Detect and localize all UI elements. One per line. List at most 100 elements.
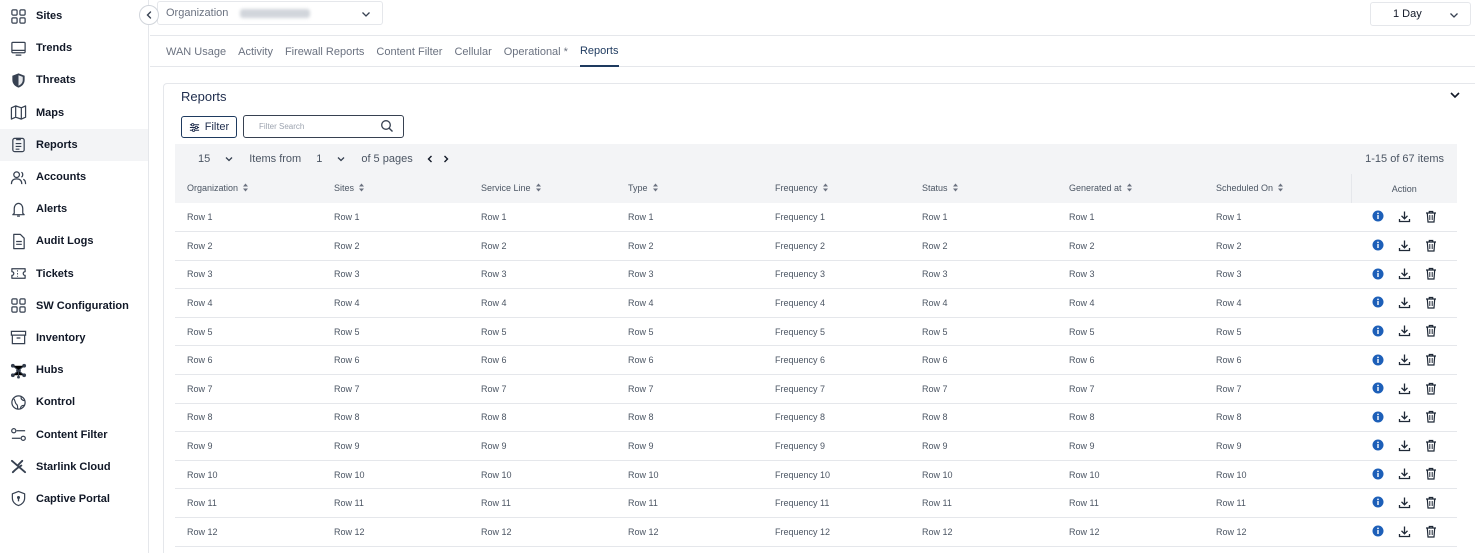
trash-icon[interactable]	[1425, 353, 1437, 366]
table-row[interactable]: Row 7 Row 7 Row 7 Row 7 Frequency 7 Row 7 Row …	[175, 374, 1457, 404]
info-icon[interactable]	[1372, 210, 1384, 222]
sidebar-item-accounts[interactable]: Accounts	[0, 161, 148, 193]
trash-icon[interactable]	[1425, 267, 1437, 280]
sidebar-item-starlink-cloud[interactable]: Starlink Cloud	[0, 451, 148, 483]
sort-icon[interactable]	[822, 183, 829, 192]
sidebar-item-inventory[interactable]: Inventory	[0, 322, 148, 354]
tab-content-filter[interactable]: Content Filter	[376, 36, 442, 67]
trash-icon[interactable]	[1425, 210, 1437, 223]
sidebar-item-kontrol[interactable]: Kontrol	[0, 386, 148, 418]
info-icon[interactable]	[1372, 525, 1384, 537]
table-row[interactable]: Row 10 Row 10 Row 10 Row 10 Frequency 10 Row …	[175, 460, 1457, 490]
sort-icon[interactable]	[242, 183, 249, 192]
table-row[interactable]: Row 1 Row 1 Row 1 Row 1 Frequency 1 Row 1 Row …	[175, 203, 1457, 233]
info-icon[interactable]	[1372, 296, 1384, 308]
download-icon[interactable]	[1398, 267, 1411, 280]
column-header-status[interactable]: Status	[910, 174, 1057, 203]
sidebar-item-captive-portal[interactable]: Captive Portal	[0, 483, 148, 515]
column-header-generated-at[interactable]: Generated at	[1057, 174, 1204, 203]
chevron-down-icon[interactable]	[336, 154, 346, 164]
download-icon[interactable]	[1398, 525, 1411, 538]
trash-icon[interactable]	[1425, 410, 1437, 423]
info-icon[interactable]	[1372, 468, 1384, 480]
trash-icon[interactable]	[1425, 296, 1437, 309]
sort-icon[interactable]	[1277, 183, 1284, 192]
info-icon[interactable]	[1372, 239, 1384, 251]
table-row[interactable]: Row 8 Row 8 Row 8 Row 8 Frequency 8 Row 8 Row …	[175, 403, 1457, 433]
tab-wan-usage[interactable]: WAN Usage	[166, 36, 226, 67]
sort-icon[interactable]	[535, 183, 542, 192]
filter-button[interactable]: Filter	[181, 116, 237, 138]
download-icon[interactable]	[1398, 467, 1411, 480]
info-icon[interactable]	[1372, 354, 1384, 366]
download-icon[interactable]	[1398, 353, 1411, 366]
column-header-service-line[interactable]: Service Line	[469, 174, 616, 203]
table-row[interactable]: Row 4 Row 4 Row 4 Row 4 Frequency 4 Row 4 Row …	[175, 288, 1457, 318]
download-icon[interactable]	[1398, 410, 1411, 423]
sidebar-item-trends[interactable]: Trends	[0, 32, 148, 64]
table-cell-generated-at: Row 11	[1057, 488, 1204, 519]
search-icon[interactable]	[380, 119, 394, 133]
tab-reports[interactable]: Reports	[579, 36, 619, 67]
table-row[interactable]: Row 9 Row 9 Row 9 Row 9 Frequency 9 Row 9 Row …	[175, 431, 1457, 461]
card-collapse-button[interactable]	[1448, 88, 1462, 107]
sidebar-item-content-filter[interactable]: Content Filter	[0, 418, 148, 450]
tab-operational[interactable]: Operational *	[504, 36, 568, 67]
sidebar-item-hubs[interactable]: Hubs	[0, 354, 148, 386]
prev-page-button[interactable]	[425, 154, 435, 164]
column-header-frequency[interactable]: Frequency	[763, 174, 910, 203]
trash-icon[interactable]	[1425, 467, 1437, 480]
page-select[interactable]: 1	[316, 153, 322, 165]
table-row[interactable]: Row 11 Row 11 Row 11 Row 11 Frequency 11 Row …	[175, 488, 1457, 519]
column-header-type[interactable]: Type	[616, 174, 763, 203]
per-page-select[interactable]: 15	[198, 153, 210, 165]
sidebar-item-audit-logs[interactable]: Audit Logs	[0, 225, 148, 257]
table-row[interactable]: Row 6 Row 6 Row 6 Row 6 Frequency 6 Row 6 Row …	[175, 345, 1457, 376]
sidebar-item-threats[interactable]: Threats	[0, 64, 148, 96]
time-range-select[interactable]: 1 Day	[1370, 2, 1471, 26]
table-row[interactable]: Row 5 Row 5 Row 5 Row 5 Frequency 5 Row 5 Row …	[175, 317, 1457, 347]
download-icon[interactable]	[1398, 382, 1411, 395]
tab-firewall-reports[interactable]: Firewall Reports	[285, 36, 364, 67]
tab-cellular[interactable]: Cellular	[454, 36, 491, 67]
trash-icon[interactable]	[1425, 525, 1437, 538]
info-icon[interactable]	[1372, 411, 1384, 423]
table-row[interactable]: Row 3 Row 3 Row 3 Row 3 Frequency 3 Row 3 Row …	[175, 260, 1457, 290]
organization-select[interactable]: Organization	[157, 1, 383, 25]
trash-icon[interactable]	[1425, 239, 1437, 252]
sidebar-item-sw-configuration[interactable]: SW Configuration	[0, 290, 148, 322]
info-icon[interactable]	[1372, 382, 1384, 394]
sidebar-item-alerts[interactable]: Alerts	[0, 193, 148, 225]
chevron-down-icon[interactable]	[224, 154, 234, 164]
info-icon[interactable]	[1372, 325, 1384, 337]
download-icon[interactable]	[1398, 324, 1411, 337]
sidebar-collapse-button[interactable]	[139, 5, 159, 25]
trash-icon[interactable]	[1425, 496, 1437, 509]
info-icon[interactable]	[1372, 439, 1384, 451]
info-icon[interactable]	[1372, 496, 1384, 508]
download-icon[interactable]	[1398, 296, 1411, 309]
column-header-scheduled-on[interactable]: Scheduled On	[1204, 174, 1351, 203]
info-icon[interactable]	[1372, 268, 1384, 280]
next-page-button[interactable]	[441, 154, 451, 164]
download-icon[interactable]	[1398, 210, 1411, 223]
column-header-sites[interactable]: Sites	[322, 174, 469, 203]
trash-icon[interactable]	[1425, 382, 1437, 395]
sort-icon[interactable]	[1126, 183, 1133, 192]
table-row[interactable]: Row 12 Row 12 Row 12 Row 12 Frequency 12 Row …	[175, 517, 1457, 547]
sidebar-item-maps[interactable]: Maps	[0, 97, 148, 129]
trash-icon[interactable]	[1425, 439, 1437, 452]
download-icon[interactable]	[1398, 439, 1411, 452]
tab-activity[interactable]: Activity	[238, 36, 273, 67]
download-icon[interactable]	[1398, 496, 1411, 509]
sidebar-item-reports[interactable]: Reports	[0, 128, 148, 161]
sidebar-item-sites[interactable]: Sites	[0, 0, 148, 32]
sidebar-item-tickets[interactable]: Tickets	[0, 258, 148, 290]
download-icon[interactable]	[1398, 239, 1411, 252]
sort-icon[interactable]	[358, 183, 365, 192]
column-header-organization[interactable]: Organization	[175, 174, 322, 203]
sort-icon[interactable]	[652, 183, 659, 192]
sort-icon[interactable]	[952, 183, 959, 192]
table-row[interactable]: Row 2 Row 2 Row 2 Row 2 Frequency 2 Row 2 Row …	[175, 231, 1457, 261]
trash-icon[interactable]	[1425, 324, 1437, 338]
